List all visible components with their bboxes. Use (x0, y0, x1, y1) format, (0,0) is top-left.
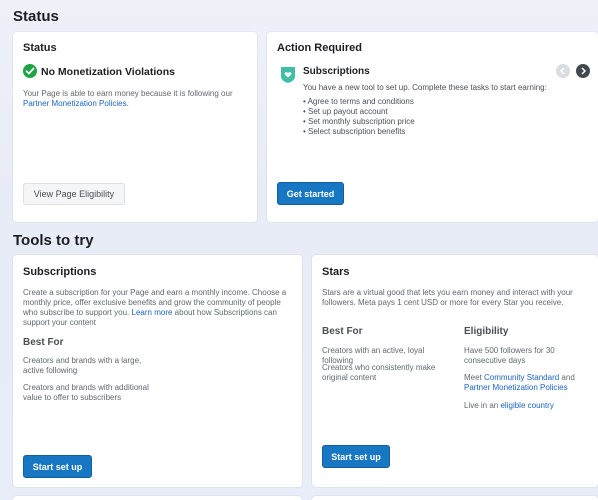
tools-section-title: Tools to try (13, 232, 94, 249)
task-item: • Agree to terms and conditions (303, 97, 414, 106)
status-description: Your Page is able to earn money because … (23, 89, 248, 109)
chevron-left-icon (559, 67, 565, 75)
subscriptions-best-for-2: Creators and brands with additional valu… (23, 383, 149, 402)
status-card-title: Status (23, 42, 57, 54)
task-item: • Set monthly subscription price (303, 117, 415, 126)
eligibility-and-text: and (561, 373, 575, 382)
subscriptions-description: Create a subscription for your Page and … (23, 288, 295, 328)
stars-tool-card: Stars Stars are a virtual good that lets… (312, 255, 598, 487)
get-started-button[interactable]: Get started (277, 182, 344, 205)
learn-more-link[interactable]: Learn more (132, 308, 173, 317)
view-page-eligibility-button[interactable]: View Page Eligibility (23, 183, 125, 205)
next-tool-card-right (312, 496, 598, 500)
stars-start-setup-button[interactable]: Start set up (322, 445, 390, 468)
task-item: • Set up payout account (303, 107, 388, 116)
subscriptions-best-for-heading: Best For (23, 337, 64, 348)
subscriptions-start-setup-button[interactable]: Start set up (23, 455, 92, 478)
stars-eligibility-heading: Eligibility (464, 326, 509, 337)
eligibility-meet-text: Meet (464, 373, 482, 382)
partner-policies-link[interactable]: Partner Monetization Policies (23, 99, 127, 108)
eligible-country-link[interactable]: eligible country (500, 401, 553, 410)
status-headline: No Monetization Violations (41, 66, 175, 78)
status-section-title: Status (13, 8, 59, 25)
status-desc-text: Your Page is able to earn money because … (23, 89, 233, 98)
subscriptions-best-for-1: Creators and brands with a large, active… (23, 356, 142, 375)
stars-description: Stars are a virtual good that lets you e… (322, 288, 573, 307)
action-required-title: Action Required (277, 42, 362, 54)
community-standard-link[interactable]: Community Standard (484, 373, 559, 382)
stars-best-for-heading: Best For (322, 326, 363, 337)
eligibility-live-text: Live in an (464, 401, 499, 410)
eligibility-country: Live in an eligible country (464, 401, 594, 411)
carousel-next-button[interactable] (576, 64, 590, 78)
action-item-title: Subscriptions (303, 66, 370, 77)
shield-heart-icon (280, 66, 296, 84)
task-item: • Select subscription benefits (303, 127, 406, 136)
action-item-description: You have a new tool to set up. Complete … (303, 83, 547, 92)
subscriptions-tool-card: Subscriptions Create a subscription for … (13, 255, 302, 487)
status-desc-period: . (126, 99, 129, 108)
subscriptions-card-title: Subscriptions (23, 266, 97, 278)
partner-policies-link[interactable]: Partner Monetization Policies (464, 383, 568, 392)
eligibility-policies: Meet Community Standard and Partner Mone… (464, 373, 594, 393)
check-circle-icon (23, 64, 37, 78)
status-card: Status No Monetization Violations Your P… (13, 32, 257, 222)
task-list: • Agree to terms and conditions • Set up… (303, 97, 415, 137)
stars-best-for-2: Creators who consistently make original … (322, 363, 436, 382)
eligibility-followers: Have 500 followers for 30 consecutive da… (464, 346, 555, 365)
carousel-prev-button[interactable] (556, 64, 570, 78)
chevron-right-icon (581, 67, 587, 75)
stars-card-title: Stars (322, 266, 350, 278)
next-tool-card-left (13, 496, 302, 500)
action-required-card: Action Required Subscriptions You have a… (267, 32, 598, 222)
